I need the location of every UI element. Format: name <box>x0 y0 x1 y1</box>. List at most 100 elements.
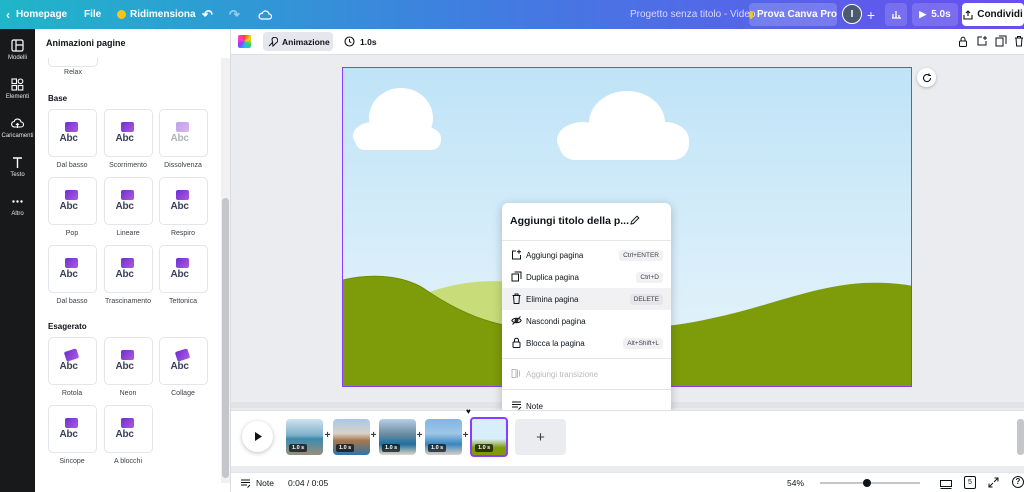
anim-card[interactable]: Abc <box>159 337 208 385</box>
project-title[interactable]: Progetto senza titolo - Video <box>630 0 755 29</box>
resize-button[interactable]: Ridimensiona <box>117 0 196 29</box>
add-people-icon[interactable]: + <box>864 3 878 26</box>
anim-label: Scorrimento <box>109 162 147 169</box>
image-icon <box>63 348 79 362</box>
notes-button[interactable]: Note <box>240 478 274 488</box>
fullscreen-icon[interactable] <box>988 477 999 488</box>
abc-sample: Abc <box>115 429 135 440</box>
anim-card[interactable]: Abc <box>104 245 153 293</box>
anim-card[interactable]: Abc <box>159 177 208 225</box>
anim-card[interactable]: Abc <box>48 109 97 157</box>
redo-icon[interactable]: ↷ <box>229 0 240 29</box>
rail-item-elements[interactable]: Elementi <box>0 76 35 112</box>
section-title-exaggerated: Esagerato <box>48 322 87 331</box>
add-between-icon[interactable]: + <box>369 431 378 441</box>
heart-icon: ♥ <box>466 407 471 416</box>
add-between-icon[interactable]: + <box>323 431 332 441</box>
share-label: Condividi <box>977 9 1023 20</box>
rail-label: Elementi <box>5 94 30 100</box>
timeline-clip[interactable]: 1.0 s <box>286 419 323 455</box>
rail-item-text[interactable]: Testo <box>0 154 35 190</box>
zoom-slider-handle[interactable] <box>863 479 871 487</box>
anim-label: Dal basso <box>56 298 88 305</box>
abc-sample: Abc <box>170 269 190 280</box>
animation-icon <box>268 36 278 47</box>
add-page-icon <box>512 249 521 260</box>
anim-card[interactable]: Abc <box>48 245 97 293</box>
anim-thumbnail: Abc <box>116 256 142 282</box>
file-menu[interactable]: File <box>84 0 101 29</box>
anim-thumbnail: Abc <box>60 416 86 442</box>
play-duration-button[interactable]: ▶ 5.0s <box>912 3 958 26</box>
menu-item-hide-page[interactable]: Nascondi pagina <box>502 310 671 332</box>
homepage-link[interactable]: ‹ Homepage <box>6 0 67 29</box>
add-between-icon[interactable]: + <box>461 431 470 441</box>
page-count-badge[interactable]: 5 <box>964 476 976 489</box>
add-page-icon[interactable] <box>976 35 988 47</box>
pencil-icon[interactable] <box>629 215 640 226</box>
anim-card[interactable]: Abc <box>104 405 153 453</box>
anim-card[interactable]: Abc <box>159 245 208 293</box>
anim-card-relax[interactable] <box>48 58 98 67</box>
image-icon <box>120 418 134 428</box>
share-button[interactable]: Condividi <box>962 3 1024 26</box>
clip-duration: 1.0 s <box>428 444 447 452</box>
anim-thumbnail: Abc <box>60 256 86 282</box>
duration-button[interactable]: 1.0s <box>344 32 377 51</box>
menu-item-delete-page[interactable]: Elimina pagina DELETE <box>502 288 671 310</box>
notes-label: Note <box>256 478 274 488</box>
avatar[interactable]: I <box>842 4 862 24</box>
rail-item-uploads[interactable]: Caricamenti <box>0 115 35 151</box>
refresh-icon[interactable] <box>917 68 936 87</box>
anim-thumbnail: Abc <box>171 188 197 214</box>
insights-icon[interactable] <box>885 3 907 26</box>
add-between-icon[interactable]: + <box>415 431 424 441</box>
anim-thumbnail: Abc <box>171 120 197 146</box>
menu-item-add-page[interactable]: Aggiungi pagina Ctrl+ENTER <box>502 244 671 266</box>
rail-item-templates[interactable]: Modelli <box>0 37 35 73</box>
chevron-left-icon: ‹ <box>6 7 10 22</box>
anim-card[interactable]: Abc <box>104 177 153 225</box>
duplicate-page-icon[interactable] <box>995 35 1007 47</box>
play-button[interactable] <box>242 421 273 452</box>
transition-icon <box>511 369 520 378</box>
lock-icon[interactable] <box>958 36 968 47</box>
grid-view-icon[interactable] <box>940 478 952 489</box>
menu-item-duplicate-page[interactable]: Duplica pagina Ctrl+D <box>502 266 671 288</box>
timeline-scrollbar[interactable] <box>1017 419 1024 455</box>
add-clip-button[interactable]: + <box>515 419 566 455</box>
cloud-sync-icon[interactable] <box>258 0 272 29</box>
animation-button[interactable]: Animazione <box>263 32 333 51</box>
page-title-input[interactable]: Aggiungi titolo della p... <box>510 215 629 227</box>
anim-card[interactable]: Abc <box>159 109 208 157</box>
rail-item-more[interactable]: Altro <box>0 193 35 229</box>
help-icon[interactable]: ? <box>1012 476 1024 488</box>
abc-sample: Abc <box>115 201 135 212</box>
color-picker-icon[interactable] <box>238 35 251 48</box>
menu-item-label: Aggiungi pagina <box>526 250 584 260</box>
try-pro-button[interactable]: Prova Canva Pro <box>749 3 837 26</box>
image-icon <box>175 190 189 200</box>
anim-card[interactable]: Abc <box>48 177 97 225</box>
delete-page-icon[interactable] <box>1014 35 1024 47</box>
menu-item-lock-page[interactable]: Blocca la pagina Alt+Shift+L <box>502 332 671 354</box>
menu-item-label: Aggiungi transizione <box>526 369 599 379</box>
anim-label: Dal basso <box>56 162 88 169</box>
panel-title: Animazioni pagine <box>46 38 126 48</box>
anim-card[interactable]: Abc <box>104 337 153 385</box>
anim-card[interactable]: Abc <box>104 109 153 157</box>
timeline-clip[interactable]: 1.0 s <box>379 419 416 455</box>
shortcut-label: Ctrl+ENTER <box>619 249 663 261</box>
anim-card[interactable]: Abc <box>48 337 97 385</box>
timeline-clip[interactable]: 1.0 s <box>425 419 462 455</box>
panel-scrollbar[interactable] <box>221 58 230 483</box>
crown-icon <box>117 10 126 19</box>
abc-sample: Abc <box>115 361 135 372</box>
scrollbar-thumb[interactable] <box>222 198 229 478</box>
anim-label: Collage <box>171 390 195 397</box>
undo-icon[interactable]: ↶ <box>202 0 213 29</box>
rail-label: Testo <box>10 172 25 178</box>
timeline-clip-selected[interactable]: 1.0 s <box>470 417 508 457</box>
timeline-clip[interactable]: 1.0 s <box>333 419 370 455</box>
anim-card[interactable]: Abc <box>48 405 97 453</box>
